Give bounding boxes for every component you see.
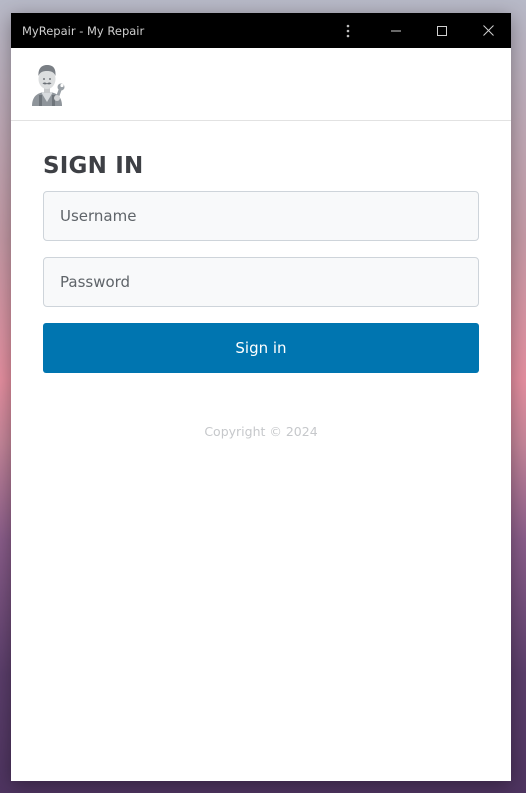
page-title: SIGN IN [43,153,144,179]
window-title: MyRepair - My Repair [22,23,145,38]
minimize-icon[interactable] [373,13,419,48]
password-input[interactable] [43,257,479,307]
app-window: MyRepair - My Repair SIGN IN Username Si… [11,13,511,781]
sign-in-button[interactable]: Sign in [43,323,479,373]
copyright-text: Copyright © 2024 [204,424,318,439]
login-form: SIGN IN Sign in Copyright © 2024 [11,121,511,439]
mechanic-avatar-icon [28,62,66,106]
app-header [11,48,511,121]
username-input[interactable] [43,191,479,241]
more-options-icon[interactable] [336,13,360,48]
title-bar[interactable]: MyRepair - My Repair [11,13,511,48]
close-icon[interactable] [465,13,511,48]
maximize-icon[interactable] [419,13,465,48]
